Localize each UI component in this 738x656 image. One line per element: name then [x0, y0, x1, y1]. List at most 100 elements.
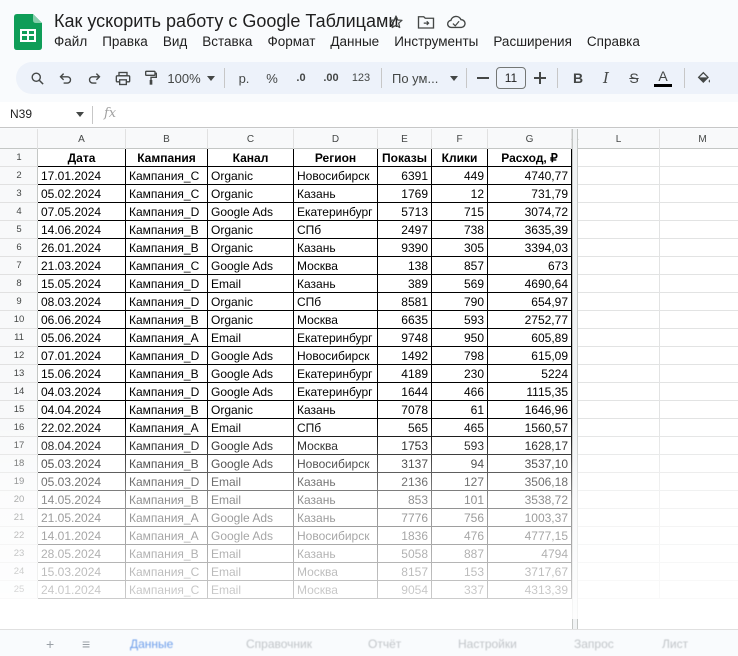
- table-cell[interactable]: 6391: [378, 167, 432, 185]
- table-cell[interactable]: Кампания_D: [126, 473, 208, 491]
- sheet-tab-6[interactable]: Лист: [662, 637, 688, 651]
- empty-cell[interactable]: [578, 581, 660, 599]
- table-cell[interactable]: 731,79: [488, 185, 572, 203]
- table-cell[interactable]: 05.02.2024: [38, 185, 126, 203]
- star-icon[interactable]: [386, 12, 406, 32]
- font-family-select[interactable]: По ум...: [388, 64, 448, 92]
- increase-decimal-button[interactable]: .00: [315, 64, 347, 92]
- table-cell[interactable]: 9054: [378, 581, 432, 599]
- table-cell[interactable]: Email: [208, 563, 294, 581]
- empty-cell[interactable]: [578, 455, 660, 473]
- table-cell[interactable]: Казань: [294, 473, 378, 491]
- zoom-value[interactable]: 100%: [164, 64, 204, 92]
- header-cell[interactable]: Клики: [432, 149, 488, 167]
- table-cell[interactable]: 449: [432, 167, 488, 185]
- table-cell[interactable]: Кампания_B: [126, 365, 208, 383]
- row-header[interactable]: 16: [0, 419, 38, 437]
- sheet-tab-1[interactable]: Данные: [130, 637, 173, 651]
- table-cell[interactable]: Organic: [208, 239, 294, 257]
- table-cell[interactable]: Кампания_C: [126, 581, 208, 599]
- row-header[interactable]: 1: [0, 149, 38, 167]
- table-cell[interactable]: 153: [432, 563, 488, 581]
- table-cell[interactable]: 3074,72: [488, 203, 572, 221]
- font-size-decrease-icon[interactable]: [473, 64, 493, 92]
- table-cell[interactable]: Новосибирск: [294, 455, 378, 473]
- table-cell[interactable]: 1646,96: [488, 401, 572, 419]
- empty-cell[interactable]: [660, 293, 738, 311]
- table-cell[interactable]: 465: [432, 419, 488, 437]
- column-header[interactable]: D: [294, 129, 378, 149]
- empty-cell[interactable]: [660, 437, 738, 455]
- spreadsheet-grid[interactable]: ABCDEFGLM◂▸ 1234567891011121314151617181…: [0, 129, 738, 629]
- table-cell[interactable]: Кампания_C: [126, 563, 208, 581]
- table-cell[interactable]: 738: [432, 221, 488, 239]
- menu-help[interactable]: Справка: [580, 34, 648, 49]
- zoom-dropdown-icon[interactable]: [204, 64, 218, 92]
- table-cell[interactable]: 337: [432, 581, 488, 599]
- table-cell[interactable]: Казань: [294, 185, 378, 203]
- table-cell[interactable]: Москва: [294, 257, 378, 275]
- empty-cell[interactable]: [578, 365, 660, 383]
- table-cell[interactable]: Email: [208, 275, 294, 293]
- table-cell[interactable]: 7776: [378, 509, 432, 527]
- number-format-button[interactable]: 123: [347, 64, 375, 92]
- table-cell[interactable]: 798: [432, 347, 488, 365]
- percent-format-button[interactable]: %: [257, 64, 287, 92]
- column-header[interactable]: M: [660, 129, 738, 149]
- table-cell[interactable]: Москва: [294, 581, 378, 599]
- table-cell[interactable]: 389: [378, 275, 432, 293]
- undo-icon[interactable]: [50, 64, 80, 92]
- table-cell[interactable]: Organic: [208, 221, 294, 239]
- all-sheets-icon[interactable]: ≡: [82, 636, 90, 652]
- row-header[interactable]: 9: [0, 293, 38, 311]
- empty-cell[interactable]: [660, 347, 738, 365]
- empty-cell[interactable]: [660, 419, 738, 437]
- row-header[interactable]: 7: [0, 257, 38, 275]
- column-header[interactable]: F: [432, 129, 488, 149]
- table-cell[interactable]: 3538,72: [488, 491, 572, 509]
- row-header[interactable]: 10: [0, 311, 38, 329]
- header-cell[interactable]: Расход, ₽: [488, 149, 572, 167]
- table-cell[interactable]: 887: [432, 545, 488, 563]
- select-all-corner[interactable]: [0, 129, 38, 149]
- table-cell[interactable]: 3506,18: [488, 473, 572, 491]
- table-cell[interactable]: 15.03.2024: [38, 563, 126, 581]
- table-cell[interactable]: 8157: [378, 563, 432, 581]
- font-size-input[interactable]: 11: [496, 67, 526, 89]
- empty-cell[interactable]: [660, 329, 738, 347]
- table-cell[interactable]: Кампания_A: [126, 509, 208, 527]
- table-cell[interactable]: 5713: [378, 203, 432, 221]
- table-cell[interactable]: 8581: [378, 293, 432, 311]
- header-cell[interactable]: Регион: [294, 149, 378, 167]
- table-cell[interactable]: 605,89: [488, 329, 572, 347]
- table-cell[interactable]: 230: [432, 365, 488, 383]
- table-cell[interactable]: Google Ads: [208, 509, 294, 527]
- table-cell[interactable]: 3717,67: [488, 563, 572, 581]
- table-cell[interactable]: 4189: [378, 365, 432, 383]
- table-cell[interactable]: Email: [208, 419, 294, 437]
- table-cell[interactable]: Google Ads: [208, 455, 294, 473]
- row-header[interactable]: 6: [0, 239, 38, 257]
- empty-cell[interactable]: [660, 527, 738, 545]
- table-cell[interactable]: 615,09: [488, 347, 572, 365]
- move-folder-icon[interactable]: [416, 12, 436, 32]
- empty-cell[interactable]: [578, 185, 660, 203]
- table-cell[interactable]: Email: [208, 491, 294, 509]
- table-cell[interactable]: Organic: [208, 401, 294, 419]
- redo-icon[interactable]: [80, 64, 108, 92]
- table-cell[interactable]: 3394,03: [488, 239, 572, 257]
- table-cell[interactable]: 1560,57: [488, 419, 572, 437]
- table-cell[interactable]: СПб: [294, 221, 378, 239]
- table-cell[interactable]: 4794: [488, 545, 572, 563]
- column-header[interactable]: B: [126, 129, 208, 149]
- table-cell[interactable]: 9748: [378, 329, 432, 347]
- empty-cell[interactable]: [578, 239, 660, 257]
- empty-cell[interactable]: [660, 401, 738, 419]
- table-cell[interactable]: 127: [432, 473, 488, 491]
- table-cell[interactable]: 673: [488, 257, 572, 275]
- table-cell[interactable]: 04.04.2024: [38, 401, 126, 419]
- empty-cell[interactable]: [578, 311, 660, 329]
- row-header[interactable]: 11: [0, 329, 38, 347]
- table-cell[interactable]: 654,97: [488, 293, 572, 311]
- table-cell[interactable]: 1492: [378, 347, 432, 365]
